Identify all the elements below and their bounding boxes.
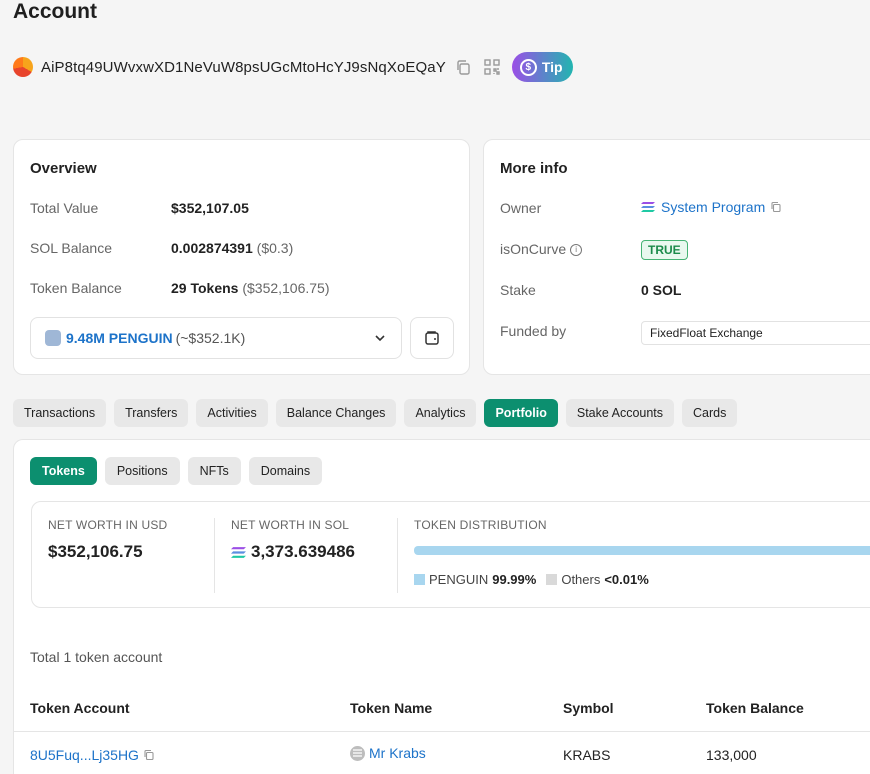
owner-link[interactable]: System Program xyxy=(641,199,782,215)
address-row: AiP8tq49UWvxwXD1NeVuW8psUGcMtoHcYJ9sNqXo… xyxy=(13,52,573,82)
sol-balance-label: SOL Balance xyxy=(30,240,112,256)
token-balance-label: Token Balance xyxy=(30,280,122,296)
sol-balance: 0.002874391 ($0.3) xyxy=(171,240,293,256)
col-token-balance: Token Balance xyxy=(706,700,804,716)
is-on-curve-text: isOnCurve xyxy=(500,241,567,257)
overview-title: Overview xyxy=(30,160,97,177)
token-name-value: Mr Krabs xyxy=(369,745,426,761)
owner-value: System Program xyxy=(661,199,766,215)
tab-portfolio[interactable]: Portfolio xyxy=(484,399,558,427)
tab-stake-accounts[interactable]: Stake Accounts xyxy=(565,399,675,427)
token-account-link[interactable]: 8U5Fuq...Lj35HG xyxy=(30,747,155,763)
tab-analytics[interactable]: Analytics xyxy=(404,399,477,427)
dollar-coin-icon: $ xyxy=(519,58,537,76)
others-legend-name: Others xyxy=(561,572,601,587)
net-worth-sol-row: 3,373.639486 xyxy=(231,542,355,562)
more-info-title: More info xyxy=(500,160,568,177)
col-token-account: Token Account xyxy=(30,700,130,716)
token-balance: 29 Tokens ($352,106.75) xyxy=(171,280,330,296)
net-worth-panel: NET WORTH IN USD $352,106.75 NET WORTH I… xyxy=(31,501,870,608)
account-tabs: Transactions Transfers Activities Balanc… xyxy=(13,399,738,427)
total-token-accounts: Total 1 token account xyxy=(30,649,163,665)
qr-code-icon[interactable] xyxy=(482,57,502,77)
subtab-nfts[interactable]: NFTs xyxy=(187,457,241,485)
chevron-down-icon xyxy=(373,331,387,350)
net-worth-sol-label: NET WORTH IN SOL xyxy=(231,518,350,532)
page-title: Account xyxy=(13,0,97,23)
distribution-bar xyxy=(414,546,870,555)
token-distribution-label: TOKEN DISTRIBUTION xyxy=(414,518,547,532)
subtab-domains[interactable]: Domains xyxy=(248,457,323,485)
portfolio-card: Tokens Positions NFTs Domains NET WORTH … xyxy=(13,439,870,774)
copy-icon xyxy=(771,201,781,213)
token-account-value: 8U5Fuq...Lj35HG xyxy=(30,747,139,763)
token-balance-usd: ($352,106.75) xyxy=(242,280,330,296)
on-curve-badge: TRUE xyxy=(641,240,688,260)
tab-cards[interactable]: Cards xyxy=(682,399,738,427)
penguin-legend-name: PENGUIN xyxy=(429,572,489,587)
col-token-name: Token Name xyxy=(350,700,433,716)
token-distribution: TOKEN DISTRIBUTION xyxy=(414,518,547,532)
token-icon xyxy=(350,745,365,761)
net-worth-usd: NET WORTH IN USD $352,106.75 xyxy=(48,518,167,562)
stake-label: Stake xyxy=(500,282,536,298)
copy-icon[interactable] xyxy=(454,57,474,77)
info-icon[interactable]: i xyxy=(570,244,583,257)
subtab-positions[interactable]: Positions xyxy=(104,457,180,485)
divider xyxy=(397,518,398,593)
sol-balance-value: 0.002874391 xyxy=(171,240,253,256)
copy-icon xyxy=(144,749,154,761)
funded-by-link[interactable]: FixedFloat Exchange xyxy=(641,321,870,345)
net-worth-sol-value: 3,373.639486 xyxy=(251,542,355,561)
token-balance-cell: 133,000 xyxy=(706,747,757,763)
selected-token-name: 9.48M PENGUIN xyxy=(66,330,173,346)
tab-transfers[interactable]: Transfers xyxy=(114,399,189,427)
account-address: AiP8tq49UWvxwXD1NeVuW8psUGcMtoHcYJ9sNqXo… xyxy=(41,58,446,76)
col-symbol: Symbol xyxy=(563,700,614,716)
penguin-swatch xyxy=(414,574,425,585)
token-symbol: KRABS xyxy=(563,747,611,763)
tip-button[interactable]: $ Tip xyxy=(511,52,573,82)
solana-icon xyxy=(231,546,246,558)
tab-balance-changes[interactable]: Balance Changes xyxy=(275,399,397,427)
token-balance-value: 29 Tokens xyxy=(171,280,239,296)
funded-by-label: Funded by xyxy=(500,323,567,339)
table-header: Token Account Token Name Symbol Token Ba… xyxy=(14,688,870,732)
is-on-curve-label: isOnCurve i xyxy=(500,241,583,257)
wallet-button[interactable] xyxy=(410,317,454,359)
overview-card: Overview Total Value $352,107.05 SOL Bal… xyxy=(13,139,470,375)
distribution-legend: PENGUIN 99.99% Others <0.01% xyxy=(414,572,649,587)
others-swatch xyxy=(546,574,558,585)
selected-token-approx: (~$352.1K) xyxy=(175,330,246,346)
sol-balance-usd: ($0.3) xyxy=(256,240,294,256)
tip-label: Tip xyxy=(541,59,563,75)
total-value-label: Total Value xyxy=(30,200,99,216)
token-select[interactable]: 9.48M PENGUIN (~$352.1K) xyxy=(30,317,402,359)
portfolio-subtabs: Tokens Positions NFTs Domains xyxy=(30,457,323,485)
others-legend-pct: <0.01% xyxy=(604,572,649,587)
net-worth-sol: NET WORTH IN SOL 3,373.639486 xyxy=(231,518,355,562)
more-info-card: More info Owner System Program isOnCurve… xyxy=(483,139,870,375)
wallet-icon xyxy=(425,331,439,345)
token-name-link[interactable]: Mr Krabs xyxy=(350,745,426,761)
net-worth-usd-value: $352,106.75 xyxy=(48,542,143,561)
total-value: $352,107.05 xyxy=(171,200,249,216)
net-worth-usd-label: NET WORTH IN USD xyxy=(48,518,168,532)
solana-icon xyxy=(641,202,655,212)
penguin-legend-pct: 99.99% xyxy=(492,572,537,587)
account-avatar xyxy=(13,57,33,77)
stake-value: 0 SOL xyxy=(641,282,682,298)
tab-activities[interactable]: Activities xyxy=(196,399,268,427)
divider xyxy=(214,518,215,593)
penguin-token-icon xyxy=(45,330,61,346)
tab-transactions[interactable]: Transactions xyxy=(13,399,107,427)
subtab-tokens[interactable]: Tokens xyxy=(30,457,97,485)
owner-label: Owner xyxy=(500,200,542,216)
